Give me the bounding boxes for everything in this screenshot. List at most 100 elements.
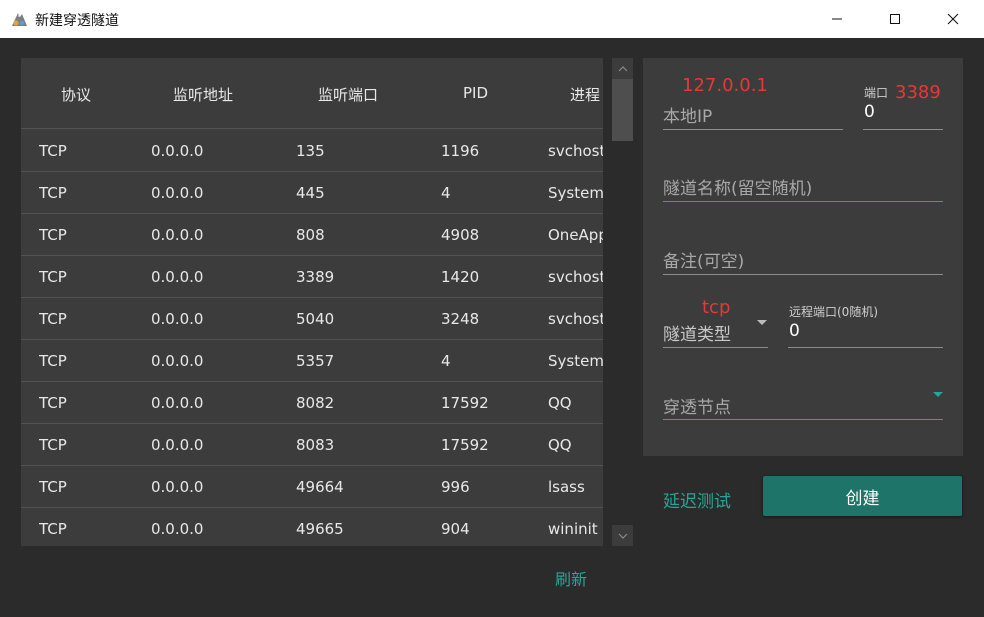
- tunnel-type-label: 隧道类型: [663, 325, 731, 345]
- column-header-pid[interactable]: PID: [463, 84, 488, 102]
- column-header-listen-address[interactable]: 监听地址: [173, 84, 233, 105]
- cell-listen-address: 0.0.0.0: [151, 478, 204, 496]
- cell-process: svchost: [548, 268, 603, 286]
- chevron-down-icon: [933, 392, 943, 397]
- cell-pid: 17592: [441, 436, 489, 454]
- cell-listen-port: 445: [296, 184, 325, 202]
- cell-listen-port: 5357: [296, 352, 335, 370]
- local-ip-label: 本地IP: [663, 107, 713, 127]
- cell-listen-address: 0.0.0.0: [151, 268, 204, 286]
- create-button[interactable]: 创建: [763, 476, 962, 516]
- table-row[interactable]: TCP 0.0.0.0 445 4 System: [21, 172, 603, 214]
- cell-listen-port: 135: [296, 142, 325, 160]
- table-row[interactable]: TCP 0.0.0.0 5357 4 System: [21, 340, 603, 382]
- tunnel-type-annotation: tcp: [702, 297, 731, 318]
- cell-listen-address: 0.0.0.0: [151, 520, 204, 538]
- cell-listen-address: 0.0.0.0: [151, 142, 204, 160]
- cell-protocol: TCP: [39, 184, 67, 202]
- minimize-button[interactable]: [808, 0, 866, 38]
- caret-up-icon: [618, 65, 627, 71]
- remark-underline: [663, 274, 943, 275]
- cell-protocol: TCP: [39, 520, 67, 538]
- cell-listen-address: 0.0.0.0: [151, 310, 204, 328]
- window-title: 新建穿透隧道: [35, 13, 119, 29]
- remote-port-label: 远程端口(0随机): [789, 305, 878, 319]
- cell-protocol: TCP: [39, 226, 67, 244]
- cell-pid: 1196: [441, 142, 480, 160]
- table-row[interactable]: TCP 0.0.0.0 49665 904 wininit: [21, 508, 603, 546]
- scroll-thumb[interactable]: [612, 79, 633, 141]
- tunnel-name-placeholder: 隧道名称(留空随机): [663, 179, 813, 199]
- table-row[interactable]: TCP 0.0.0.0 135 1196 svchost: [21, 130, 603, 172]
- chevron-down-icon: [757, 320, 767, 325]
- cell-process: QQ: [548, 436, 572, 454]
- maximize-icon: [890, 14, 900, 24]
- cell-process: System: [548, 352, 603, 370]
- cell-listen-port: 8082: [296, 394, 335, 412]
- cell-pid: 4908: [441, 226, 480, 244]
- node-underline: [663, 419, 943, 420]
- minimize-icon: [832, 18, 842, 20]
- table-row[interactable]: TCP 0.0.0.0 8083 17592 QQ: [21, 424, 603, 466]
- tunnel-name-underline: [663, 201, 943, 202]
- cell-listen-address: 0.0.0.0: [151, 436, 204, 454]
- cell-protocol: TCP: [39, 310, 67, 328]
- table-row[interactable]: TCP 0.0.0.0 808 4908 OneApp: [21, 214, 603, 256]
- tunnel-form: 127.0.0.1 本地IP 端口 3389 0 隧道名称(留空随机) 备注(可…: [643, 58, 963, 456]
- cell-pid: 3248: [441, 310, 480, 328]
- maximize-button[interactable]: [866, 0, 924, 38]
- port-table: 协议 监听地址 监听端口 PID 进程 TCP 0.0.0.0 135 1196 svc…: [21, 58, 603, 546]
- cell-pid: 904: [441, 520, 470, 538]
- column-header-protocol[interactable]: 协议: [61, 84, 91, 105]
- cell-listen-port: 8083: [296, 436, 335, 454]
- tunnel-type-underline: [663, 347, 768, 348]
- cell-listen-port: 3389: [296, 268, 335, 286]
- cell-process: svchost: [548, 310, 603, 328]
- remark-placeholder: 备注(可空): [663, 252, 745, 272]
- table-scrollbar[interactable]: [612, 58, 633, 546]
- cell-process: QQ: [548, 394, 572, 412]
- cell-process: wininit: [548, 520, 598, 538]
- close-icon: [947, 13, 959, 25]
- remote-port-underline: [788, 347, 943, 348]
- refresh-link[interactable]: 刷新: [555, 566, 587, 590]
- cell-listen-address: 0.0.0.0: [151, 394, 204, 412]
- table-row[interactable]: TCP 0.0.0.0 8082 17592 QQ: [21, 382, 603, 424]
- node-placeholder: 穿透节点: [663, 398, 731, 418]
- scroll-up-button[interactable]: [612, 58, 633, 79]
- column-header-process[interactable]: 进程: [570, 84, 600, 105]
- table-row[interactable]: TCP 0.0.0.0 49664 996 lsass: [21, 466, 603, 508]
- scroll-down-button[interactable]: [612, 525, 633, 546]
- cell-protocol: TCP: [39, 478, 67, 496]
- table-row[interactable]: TCP 0.0.0.0 3389 1420 svchost: [21, 256, 603, 298]
- cell-listen-address: 0.0.0.0: [151, 352, 204, 370]
- column-header-listen-port[interactable]: 监听端口: [318, 84, 378, 105]
- caret-down-icon: [618, 533, 627, 539]
- local-ip-underline: [663, 129, 843, 130]
- cell-pid: 4: [441, 184, 451, 202]
- cell-pid: 4: [441, 352, 451, 370]
- table-row[interactable]: TCP 0.0.0.0 5040 3248 svchost: [21, 298, 603, 340]
- port-value: 0: [864, 102, 875, 122]
- remote-port-value: 0: [789, 321, 800, 341]
- cell-protocol: TCP: [39, 352, 67, 370]
- cell-listen-address: 0.0.0.0: [151, 184, 204, 202]
- cell-process: svchost: [548, 142, 603, 160]
- title-bar: 新建穿透隧道: [0, 0, 984, 38]
- latency-test-link[interactable]: 延迟测试: [663, 487, 731, 512]
- cell-process: lsass: [548, 478, 585, 496]
- cell-listen-port: 5040: [296, 310, 335, 328]
- cell-protocol: TCP: [39, 436, 67, 454]
- close-button[interactable]: [924, 0, 982, 38]
- port-annotation: 3389: [895, 82, 941, 103]
- local-ip-annotation: 127.0.0.1: [682, 75, 768, 96]
- cell-listen-port: 49665: [296, 520, 344, 538]
- cell-pid: 996: [441, 478, 470, 496]
- cell-protocol: TCP: [39, 394, 67, 412]
- cell-listen-port: 49664: [296, 478, 344, 496]
- cell-protocol: TCP: [39, 268, 67, 286]
- cell-process: OneApp: [548, 226, 603, 244]
- app-icon: [9, 9, 29, 29]
- cell-process: System: [548, 184, 603, 202]
- cell-pid: 1420: [441, 268, 480, 286]
